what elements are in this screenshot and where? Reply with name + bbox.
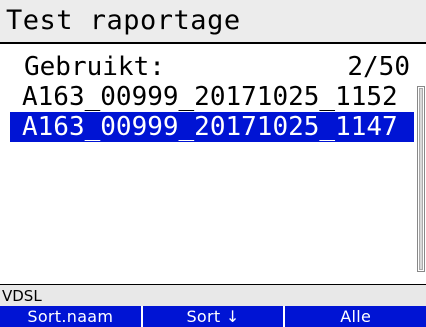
file-list-item[interactable]: A163_00999_20171025_1152 [16,82,416,112]
report-list-panel: Gebruikt: 2/50 A163_00999_20171025_1152 … [0,44,426,284]
file-list-item-selected[interactable]: A163_00999_20171025_1147 [10,112,414,142]
scrollbar-thumb[interactable] [419,88,423,270]
mode-indicator: VDSL [2,287,42,305]
title-bar: Test raportage [0,0,426,44]
softkey-bar: Sort.naam Sort ↓ Alle [0,306,426,327]
status-bar: VDSL [0,284,426,306]
softkey-all[interactable]: Alle [285,306,426,327]
page-title: Test raportage [6,5,241,36]
scrollbar[interactable] [417,86,425,272]
softkey-sort-direction[interactable]: Sort ↓ [143,306,286,327]
used-count: 2/50 [347,52,410,82]
device-screen: Test raportage Gebruikt: 2/50 A163_00999… [0,0,426,327]
softkey-sort-name[interactable]: Sort.naam [0,306,143,327]
